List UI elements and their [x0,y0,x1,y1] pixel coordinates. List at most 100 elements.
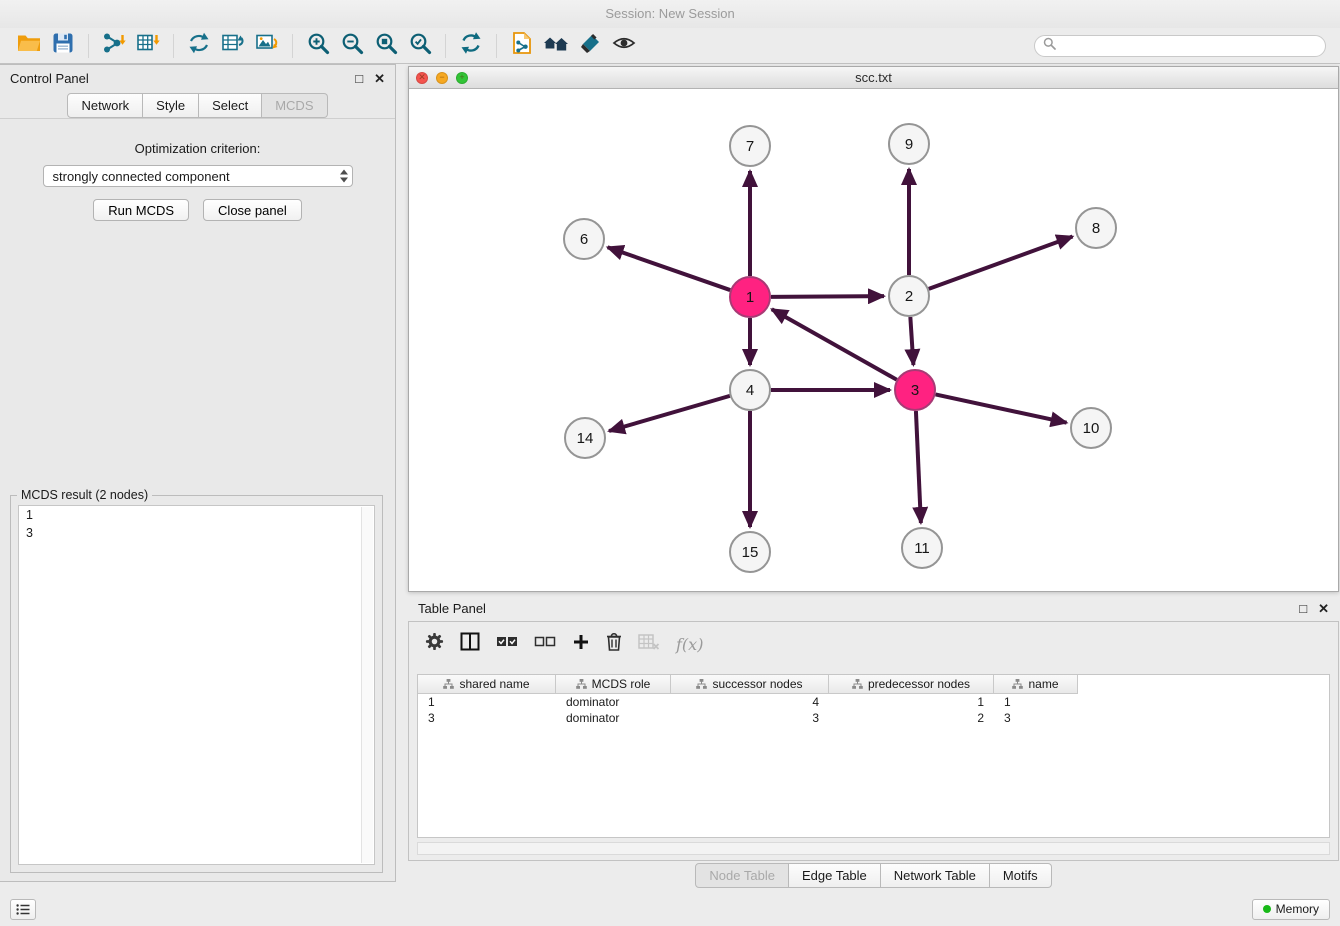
import-network-button[interactable] [97,31,131,61]
mcds-result-item[interactable]: 1 [19,506,374,524]
edge-1-2[interactable] [771,296,884,297]
table-panel: Table Panel □ ✕ [408,597,1339,888]
network-graph[interactable]: 7 9 6 8 1 2 4 3 14 10 15 11 [409,89,1338,591]
memory-button[interactable]: Memory [1252,899,1330,920]
node-9[interactable]: 9 [889,124,929,164]
node-8[interactable]: 8 [1076,208,1116,248]
network-canvas[interactable]: 7 9 6 8 1 2 4 3 14 10 15 11 [409,89,1338,591]
table-settings-button[interactable] [425,632,444,656]
tab-motifs[interactable]: Motifs [990,863,1052,888]
zoom-window-icon[interactable]: + [456,72,468,84]
unselect-all-columns-button[interactable] [534,635,556,654]
control-panel-header: Control Panel □ ✕ [0,65,395,91]
zoom-out-button[interactable] [335,31,369,61]
svg-text:7: 7 [746,138,754,155]
network-window-title: scc.txt [409,70,1338,85]
tab-style[interactable]: Style [143,93,199,118]
tab-node-table[interactable]: Node Table [695,863,789,888]
svg-text:15: 15 [742,544,759,561]
table-panel-title: Table Panel [418,601,486,616]
float-table-panel-icon[interactable]: □ [1299,602,1307,615]
result-scrollbar[interactable] [361,507,373,863]
column-header-successor-nodes[interactable]: successor nodes [671,675,829,694]
table-cell: 3 [671,710,829,726]
mcds-result-title: MCDS result (2 nodes) [17,488,152,502]
edge-3-1[interactable] [772,309,897,379]
zoom-in-button[interactable] [301,31,335,61]
save-session-button[interactable] [46,31,80,61]
node-4[interactable]: 4 [730,370,770,410]
tab-network[interactable]: Network [67,93,143,118]
node-3[interactable]: 3 [895,370,935,410]
mcds-result-item[interactable]: 3 [19,524,374,542]
column-header-predecessor-nodes[interactable]: predecessor nodes [829,675,994,694]
export-image-button[interactable] [250,31,284,61]
svg-text:2: 2 [905,288,913,305]
float-panel-icon[interactable]: □ [355,72,363,85]
table-panel-header: Table Panel □ ✕ [408,597,1339,619]
new-network-button[interactable] [182,31,216,61]
zoom-selected-button[interactable] [403,31,437,61]
show-columns-button[interactable] [460,632,480,656]
image-export-icon [255,31,279,60]
node-2[interactable]: 2 [889,276,929,316]
create-column-button[interactable] [572,633,590,656]
tab-mcds[interactable]: MCDS [262,93,327,118]
run-mcds-button[interactable]: Run MCDS [93,199,189,221]
edge-3-10[interactable] [936,394,1067,422]
select-all-columns-button[interactable] [496,635,518,654]
table-horizontal-scrollbar[interactable] [417,842,1330,855]
global-search [1034,35,1326,57]
node-7[interactable]: 7 [730,126,770,166]
home-button[interactable] [539,31,573,61]
delete-column-button[interactable] [606,632,622,656]
edge-3-11[interactable] [916,411,921,523]
table-cell: 3 [994,710,1078,726]
node-1[interactable]: 1 [730,277,770,317]
node-10[interactable]: 10 [1071,408,1111,448]
zoom-selected-icon [409,32,432,60]
table-cell: dominator [556,710,671,726]
table-cell: 3 [418,710,556,726]
table-header-row: shared nameMCDS rolesuccessor nodesprede… [418,675,1329,694]
edge-2-8[interactable] [929,237,1073,289]
node-11[interactable]: 11 [902,528,942,568]
network-window-titlebar[interactable]: scc.txt ✕ − + [409,67,1338,89]
table-cell: dominator [556,694,671,710]
close-table-panel-icon[interactable]: ✕ [1318,602,1329,615]
import-table-button[interactable] [131,31,165,61]
search-icon [1043,37,1056,55]
minimize-window-icon[interactable]: − [436,72,448,84]
column-header-mcds-role[interactable]: MCDS role [556,675,671,694]
tab-edge-table[interactable]: Edge Table [789,863,881,888]
edge-4-14[interactable] [609,396,730,431]
open-session-button[interactable] [12,31,46,61]
export-network-button[interactable] [505,31,539,61]
show-task-history-button[interactable] [10,899,36,920]
zoom-in-icon [307,32,330,60]
node-15[interactable]: 15 [730,532,770,572]
table-row[interactable]: 3dominator323 [418,710,1329,726]
edge-2-3[interactable] [910,317,913,365]
close-window-icon[interactable]: ✕ [416,72,428,84]
show-hide-graphics-button[interactable] [607,31,641,61]
trash-icon [606,632,622,651]
style-button[interactable] [573,31,607,61]
node-6[interactable]: 6 [564,219,604,259]
close-panel-button[interactable]: Close panel [203,199,302,221]
task-list-icon [16,903,31,916]
new-table-button[interactable] [216,31,250,61]
tab-select[interactable]: Select [199,93,262,118]
node-14[interactable]: 14 [565,418,605,458]
column-header-shared-name[interactable]: shared name [418,675,556,694]
column-header-name[interactable]: name [994,675,1078,694]
optimization-criterion-select[interactable]: strongly connected component [43,165,353,187]
close-panel-icon[interactable]: ✕ [374,72,385,85]
table-row[interactable]: 1dominator411 [418,694,1329,710]
refresh-view-button[interactable] [454,31,488,61]
search-input[interactable] [1061,39,1317,53]
edge-1-6[interactable] [608,247,731,290]
function-builder-button[interactable]: f(x) [676,635,703,654]
tab-network-table[interactable]: Network Table [881,863,990,888]
zoom-fit-button[interactable] [369,31,403,61]
